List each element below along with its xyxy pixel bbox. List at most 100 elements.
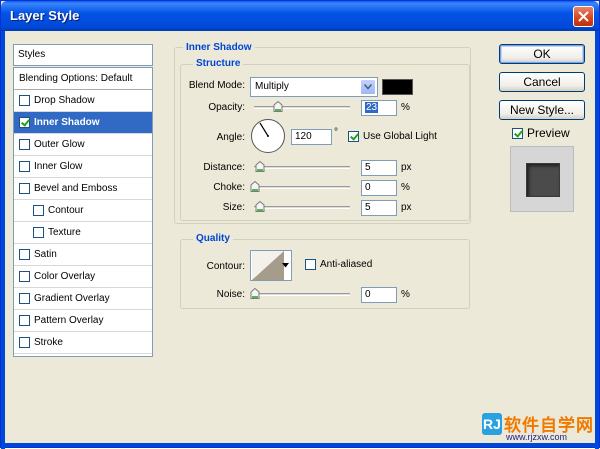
window-border-bottom (1, 443, 599, 447)
style-item-checkbox[interactable] (33, 205, 44, 216)
shadow-color-swatch[interactable] (382, 79, 413, 95)
preview-box[interactable] (512, 127, 523, 139)
style-item-label: Satin (34, 249, 57, 260)
style-item-checkbox[interactable] (19, 315, 30, 326)
style-item-label: Inner Shadow (34, 117, 100, 128)
styles-header-label: Styles (18, 49, 46, 60)
style-item-label: Color Overlay (34, 271, 96, 282)
style-item-gradient-overlay[interactable]: Gradient Overlay (14, 288, 152, 310)
style-item-checkbox[interactable] (19, 271, 30, 282)
layer-style-dialog: Layer Style Styles Blending Options: Def… (0, 0, 600, 449)
blend-mode-select[interactable]: Multiply (250, 77, 378, 97)
use-global-light-label: Use Global Light (363, 131, 437, 142)
style-item-checkbox[interactable] (19, 337, 30, 348)
angle-label: Angle: (216, 132, 245, 143)
title-bar[interactable]: Layer Style (1, 1, 599, 31)
use-global-light-checkbox[interactable]: Use Global Light (348, 131, 437, 142)
style-item-checkbox[interactable] (19, 161, 30, 172)
size-input[interactable]: 5 (361, 200, 397, 216)
style-item-label: Contour (48, 205, 84, 216)
watermark: RJ 软件自学网 www.rjzxw.com (482, 411, 596, 443)
choke-slider-thumb[interactable] (250, 181, 260, 192)
noise-input[interactable]: 0 (361, 287, 397, 303)
distance-value: 5 (365, 162, 371, 173)
style-item-label: Texture (48, 227, 81, 238)
opacity-label: Opacity: (208, 102, 245, 113)
opacity-slider-thumb[interactable] (273, 101, 283, 112)
inner-shadow-title: Inner Shadow (183, 42, 255, 53)
noise-value: 0 (365, 289, 371, 300)
style-item-satin[interactable]: Satin (14, 244, 152, 266)
chevron-down-icon (364, 84, 372, 90)
blend-mode-value: Multiply (255, 81, 289, 92)
preview-thumbnail (510, 146, 574, 212)
style-item-blending-options-default[interactable]: Blending Options: Default (14, 68, 152, 90)
choke-slider-track[interactable] (254, 186, 350, 189)
style-item-label: Gradient Overlay (34, 293, 110, 304)
blend-mode-label: Blend Mode: (188, 80, 245, 91)
style-item-checkbox[interactable] (19, 117, 30, 128)
style-item-contour[interactable]: Contour (14, 200, 152, 222)
style-item-texture[interactable]: Texture (14, 222, 152, 244)
choke-input[interactable]: 0 (361, 180, 397, 196)
style-item-label: Pattern Overlay (34, 315, 104, 326)
watermark-logo: RJ (482, 413, 502, 435)
contour-picker[interactable] (250, 250, 292, 281)
style-item-checkbox[interactable] (19, 139, 30, 150)
window-border-left (1, 31, 5, 449)
style-item-outer-glow[interactable]: Outer Glow (14, 134, 152, 156)
style-item-inner-shadow[interactable]: Inner Shadow (14, 112, 152, 134)
use-global-light-box[interactable] (348, 131, 359, 142)
distance-slider-track[interactable] (254, 166, 350, 169)
quality-title: Quality (193, 233, 233, 244)
opacity-input[interactable]: 23 (361, 100, 397, 116)
distance-label: Distance: (203, 162, 245, 173)
window-title: Layer Style (10, 8, 80, 23)
noise-label: Noise: (216, 289, 245, 300)
watermark-url: www.rjzxw.com (506, 432, 568, 442)
ok-button-label: OK (533, 47, 551, 61)
style-item-color-overlay[interactable]: Color Overlay (14, 266, 152, 288)
style-item-bevel-and-emboss[interactable]: Bevel and Emboss (14, 178, 152, 200)
opacity-slider-track[interactable] (254, 106, 350, 109)
noise-unit: % (401, 289, 410, 300)
size-unit: px (401, 202, 412, 213)
opacity-unit: % (401, 102, 410, 113)
distance-input[interactable]: 5 (361, 160, 397, 176)
style-item-checkbox[interactable] (33, 227, 44, 238)
size-label: Size: (222, 202, 245, 213)
blend-mode-dropdown-button[interactable] (360, 79, 376, 95)
preview-checkbox[interactable]: Preview (512, 126, 570, 140)
style-item-checkbox[interactable] (19, 183, 30, 194)
angle-value: 120 (295, 131, 312, 142)
distance-slider-thumb[interactable] (255, 161, 265, 172)
style-item-label: Outer Glow (34, 139, 85, 150)
style-item-drop-shadow[interactable]: Drop Shadow (14, 90, 152, 112)
style-item-stroke[interactable]: Stroke (14, 332, 152, 354)
close-button[interactable] (573, 6, 594, 27)
contour-preview-icon (252, 251, 284, 280)
style-item-checkbox[interactable] (19, 293, 30, 304)
new-style-button[interactable]: New Style... (499, 100, 585, 120)
anti-aliased-checkbox[interactable]: Anti-aliased (305, 259, 372, 270)
style-item-label: Blending Options: Default (19, 73, 133, 84)
window-border-right (595, 31, 599, 449)
cancel-button[interactable]: Cancel (499, 72, 585, 92)
style-item-inner-glow[interactable]: Inner Glow (14, 156, 152, 178)
style-item-label: Drop Shadow (34, 95, 95, 106)
noise-slider-thumb[interactable] (250, 288, 260, 299)
style-item-label: Inner Glow (34, 161, 83, 172)
anti-aliased-box[interactable] (305, 259, 316, 270)
style-item-pattern-overlay[interactable]: Pattern Overlay (14, 310, 152, 332)
styles-header[interactable]: Styles (13, 44, 153, 66)
contour-label: Contour: (206, 261, 245, 272)
ok-button[interactable]: OK (499, 44, 585, 64)
noise-slider-track[interactable] (254, 293, 350, 296)
size-slider-thumb[interactable] (255, 201, 265, 212)
contour-dropdown-icon[interactable] (282, 263, 289, 268)
angle-input[interactable]: 120 (291, 129, 332, 145)
style-item-checkbox[interactable] (19, 95, 30, 106)
size-slider-track[interactable] (254, 206, 350, 209)
style-item-checkbox[interactable] (19, 249, 30, 260)
angle-dial[interactable] (250, 118, 286, 154)
